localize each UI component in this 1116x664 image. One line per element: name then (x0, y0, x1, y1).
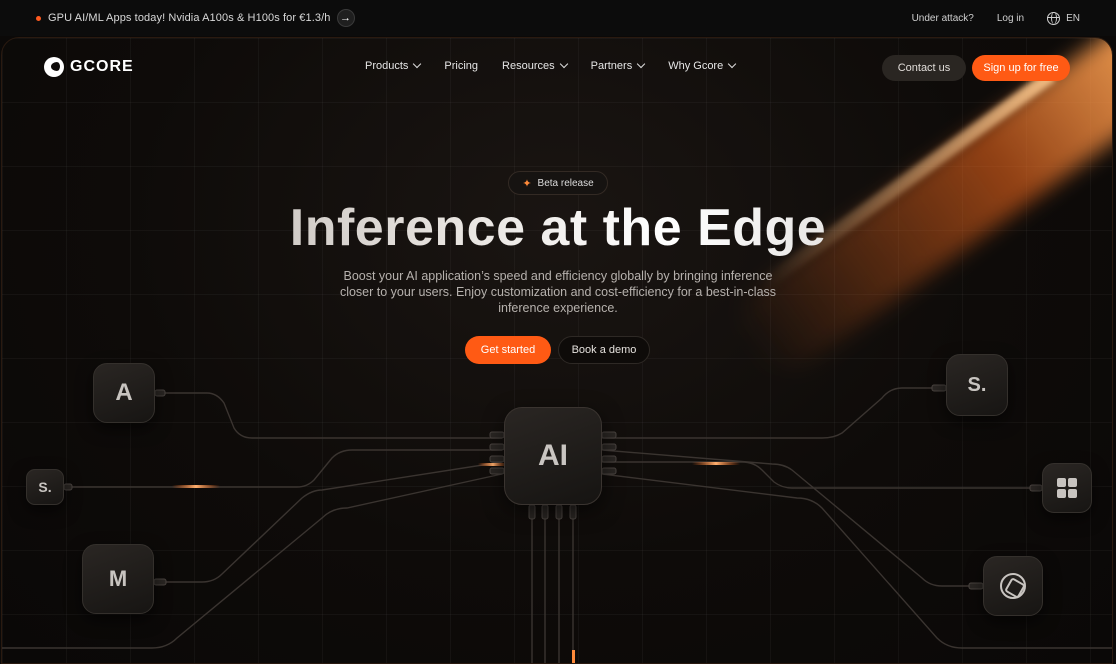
nav-products[interactable]: Products (365, 59, 422, 72)
nav-label: Products (365, 60, 409, 72)
sign-up-button[interactable]: Sign up for free (972, 55, 1070, 81)
gcore-logo-icon (44, 57, 64, 77)
nav-label: Partners (590, 60, 633, 72)
tiles-icon (1057, 478, 1077, 498)
beta-release-badge: ✦ Beta release (508, 171, 608, 195)
badge-label: Beta release (537, 177, 594, 189)
globe-icon (1047, 11, 1061, 25)
model-node-m-icon: M (82, 544, 154, 614)
nav-label: Why Gcore (668, 60, 724, 72)
model-node-s-right-icon: S. (946, 354, 1008, 416)
nav-label: Pricing (444, 60, 479, 72)
model-node-s-icon: S. (26, 469, 64, 505)
model-node-openai-icon (983, 556, 1043, 616)
openai-icon (1000, 573, 1026, 599)
under-attack-link[interactable]: Under attack? (912, 13, 974, 24)
language-label: EN (1066, 12, 1080, 24)
promo-text[interactable]: GPU AI/ML Apps today! Nvidia A100s & H10… (48, 12, 331, 24)
ai-chip: AI (504, 407, 602, 505)
nav-partners[interactable]: Partners (590, 59, 646, 72)
hero-title: Inference at the Edge (2, 198, 1112, 258)
hero-subtitle: Boost your AI application’s speed and ef… (339, 269, 777, 315)
hero-section: GCORE Products Pricing Resources Partner… (1, 37, 1113, 664)
chevron-down-icon (559, 59, 568, 69)
contact-us-button[interactable]: Contact us (882, 55, 966, 81)
topbar-links: Under attack? Log in EN (912, 11, 1080, 25)
chevron-down-icon (636, 59, 646, 69)
gcore-logo[interactable]: GCORE (44, 57, 134, 77)
chevron-down-icon (413, 59, 422, 69)
status-dot-icon (36, 15, 41, 21)
chevron-down-icon (727, 59, 737, 69)
nav-pricing[interactable]: Pricing (444, 60, 478, 72)
sparkle-icon: ✦ (522, 177, 532, 190)
book-demo-button[interactable]: Book a demo (558, 336, 650, 364)
main-nav: Products Pricing Resources Partners Why … (365, 59, 737, 72)
nav-resources[interactable]: Resources (502, 59, 568, 72)
get-started-button[interactable]: Get started (465, 336, 551, 364)
brand-name: GCORE (70, 58, 134, 75)
nav-label: Resources (502, 60, 555, 72)
nav-why-gcore[interactable]: Why Gcore (668, 59, 737, 72)
model-node-tiles-icon (1042, 463, 1092, 513)
announcement-bar: GPU AI/ML Apps today! Nvidia A100s & H10… (0, 0, 1116, 36)
model-node-a-icon: A (93, 363, 155, 423)
login-link[interactable]: Log in (997, 13, 1024, 24)
language-selector[interactable]: EN (1047, 11, 1080, 25)
arrow-right-icon[interactable]: → (336, 9, 355, 27)
